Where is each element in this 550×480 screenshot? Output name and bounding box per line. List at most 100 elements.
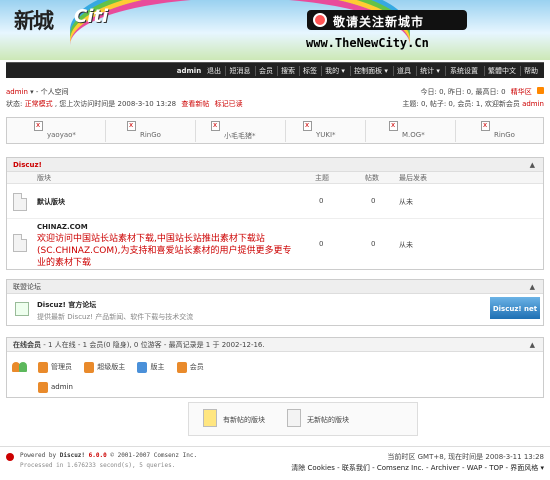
category-header: Discuz! ▲ [7,158,543,172]
last-visit-time: 2008-3-10 13:28 [117,100,177,108]
friend-links-title: 联盟论坛 [13,283,41,291]
group-users-icon [12,360,30,374]
legend-admin: 管理员 [51,363,72,371]
forum-name-link[interactable]: CHINAZ.COM [37,223,88,231]
discuz-official-link[interactable]: Discuz! 官方论坛 [37,300,96,310]
today-stats-text: 今日: 0, 昨日: 0, 最高日: 0 [420,88,506,96]
forum-icon-legend: 有新帖的版块 无新帖的版块 [188,402,418,436]
col-last: 最后发表 [399,174,427,182]
new-member-link[interactable]: admin [522,100,544,108]
link-site-icon [15,302,29,316]
slogan-box: 敬请关注新城市 [307,10,467,30]
member-avatar[interactable]: 小毛毛猪* [211,121,281,141]
legend-super-mod: 超级版主 [97,363,126,371]
discuz-official-desc: 提供最新 Discuz! 产品新闻、软件下载与技术交流 [37,313,194,321]
forum-table-header: 版块 主题 帖数 最后发表 [7,172,543,184]
nav-item-stats[interactable]: 统计 ▾ [417,63,443,79]
nav-item-control-panel[interactable]: 控制面板 ▾ [351,63,391,79]
member-avatar[interactable]: YUKI* [303,121,373,141]
broken-image-icon [211,121,220,131]
site-banner: 新城 Citi 敬请关注新城市 www.TheNewCity.Cn [0,0,550,60]
record-icon [313,13,327,27]
friend-links-header: 联盟论坛 ▲ [7,280,543,294]
broken-image-icon [389,121,398,131]
nav-item-tags[interactable]: 标签 [300,63,320,79]
super-mod-role-icon [84,361,95,373]
page-footer: Powered by Discuz! 6.0.0 © 2001-2007 Com… [0,446,550,480]
last-visit-text: , 您上次访问时间是 [54,100,116,108]
nav-item-props[interactable]: 道具 [394,63,414,79]
forum-posts: 0 [371,240,376,248]
no-new-posts-icon [287,409,301,427]
nav-item-traditional[interactable]: 繁體中文 [485,63,519,79]
forum-totals-text: 主题: 0, 帖子: 0, 会员: 1, 欢迎新会员 [402,100,520,108]
col-forum: 版块 [37,174,51,182]
digest-link[interactable]: 精华区 [511,88,532,96]
mark-read-link[interactable]: 标记已读 [215,100,243,108]
forum-last-post: 从未 [399,198,413,206]
forum-last-post: 从未 [399,241,413,249]
discuz-net-badge[interactable]: Discuz! net [490,297,540,319]
table-row: 默认版块 0 0 从未 [7,185,543,219]
discuz-product-link[interactable]: Discuz! [60,452,85,459]
footer-links[interactable]: 清除 Cookies - 联系我们 - Comsenz Inc. - Archi… [291,463,544,473]
forum-status-icon [13,234,27,252]
discuz-version: 6.0.0 [88,452,107,459]
legend-new: 有新帖的版块 [223,416,265,424]
collapse-icon[interactable]: ▲ [530,338,535,352]
nav-item-help[interactable]: 帮助 [521,63,541,79]
member-role-icon [176,361,187,373]
forum-description: 欢迎访问中国站长站素材下载,中国站长站推出素材下载站(SC.CHINAZ.COM… [37,234,292,268]
nav-item-mine[interactable]: 我的 ▾ [322,63,348,79]
new-posts-icon [203,409,217,427]
site-url: www.TheNewCity.Cn [306,36,429,50]
forum-category-box: Discuz! ▲ 版块 主题 帖数 最后发表 默认版块 0 0 从未 CHIN… [6,157,544,270]
member-avatar[interactable]: RinGo [481,121,550,141]
broken-image-icon [303,121,312,131]
legend-none: 无新帖的版块 [307,416,349,424]
copyright-text: © 2001-2007 Comsenz Inc. [110,452,198,459]
user-link[interactable]: admin [6,88,28,96]
nav-item-members[interactable]: 会员 [256,63,276,79]
discuz-logo-icon [6,453,14,461]
admin-role-icon [38,361,48,373]
nav-item-user[interactable]: admin [176,63,202,79]
member-avatar-strip: yaoyao* RinGo 小毛毛猪* YUKI* M.OG* RinGo [6,117,544,144]
personal-space-link[interactable]: 个人空间 [41,88,69,96]
category-title[interactable]: Discuz! [13,161,42,169]
timezone-text: 当前时区 GMT+8, 现在时间是 2008-3-11 13:28 [387,453,544,461]
forum-topics: 0 [319,197,324,205]
col-topics: 主题 [315,174,329,182]
forum-name-link[interactable]: 默认版块 [37,197,65,207]
online-user-link[interactable]: admin [51,383,73,391]
online-title: 在线会员 [13,341,41,349]
mod-role-icon [137,361,148,373]
nav-item-logout[interactable]: 退出 [204,63,224,79]
member-avatar[interactable]: M.OG* [389,121,459,141]
legend-mod: 版主 [150,363,165,371]
collapse-icon[interactable]: ▲ [530,280,535,294]
slogan-text: 敬请关注新城市 [333,15,425,29]
nav-item-search[interactable]: 搜索 [278,63,298,79]
view-new-posts-link[interactable]: 查看新帖 [181,100,209,108]
broken-image-icon [34,121,43,131]
member-avatar[interactable]: RinGo [127,121,197,141]
friend-links-box: 联盟论坛 ▲ Discuz! 官方论坛 提供最新 Discuz! 产品新闻、软件… [6,279,544,326]
powered-by-text: Powered by [20,452,57,459]
user-menu-caret[interactable]: ▾ - [30,88,41,96]
site-logo-sub: Citi [74,6,109,27]
collapse-icon[interactable]: ▲ [530,158,535,172]
nav-item-settings[interactable]: 系统设置 [446,63,482,79]
table-row: CHINAZ.COM 欢迎访问中国站长站素材下载,中国站长站推出素材下载站(SC… [7,220,543,270]
forum-posts: 0 [371,197,376,205]
legend-member: 会员 [189,363,204,371]
status-label: 状态: [6,100,23,108]
admin-role-icon [38,381,48,393]
status-mode-link[interactable]: 正常模式 [25,100,53,108]
user-status-bar: admin ▾ - 个人空间 今日: 0, 昨日: 0, 最高日: 0 精华区 … [6,86,544,110]
online-header: 在线会员 - 1 人在线 - 1 会员(0 隐身), 0 位游客 - 最高记录是… [7,338,543,352]
rss-icon[interactable] [537,87,544,94]
member-avatar[interactable]: yaoyao* [34,121,104,141]
nav-item-messages[interactable]: 短消息 [226,63,254,79]
online-user-entry[interactable]: admin [38,380,73,394]
